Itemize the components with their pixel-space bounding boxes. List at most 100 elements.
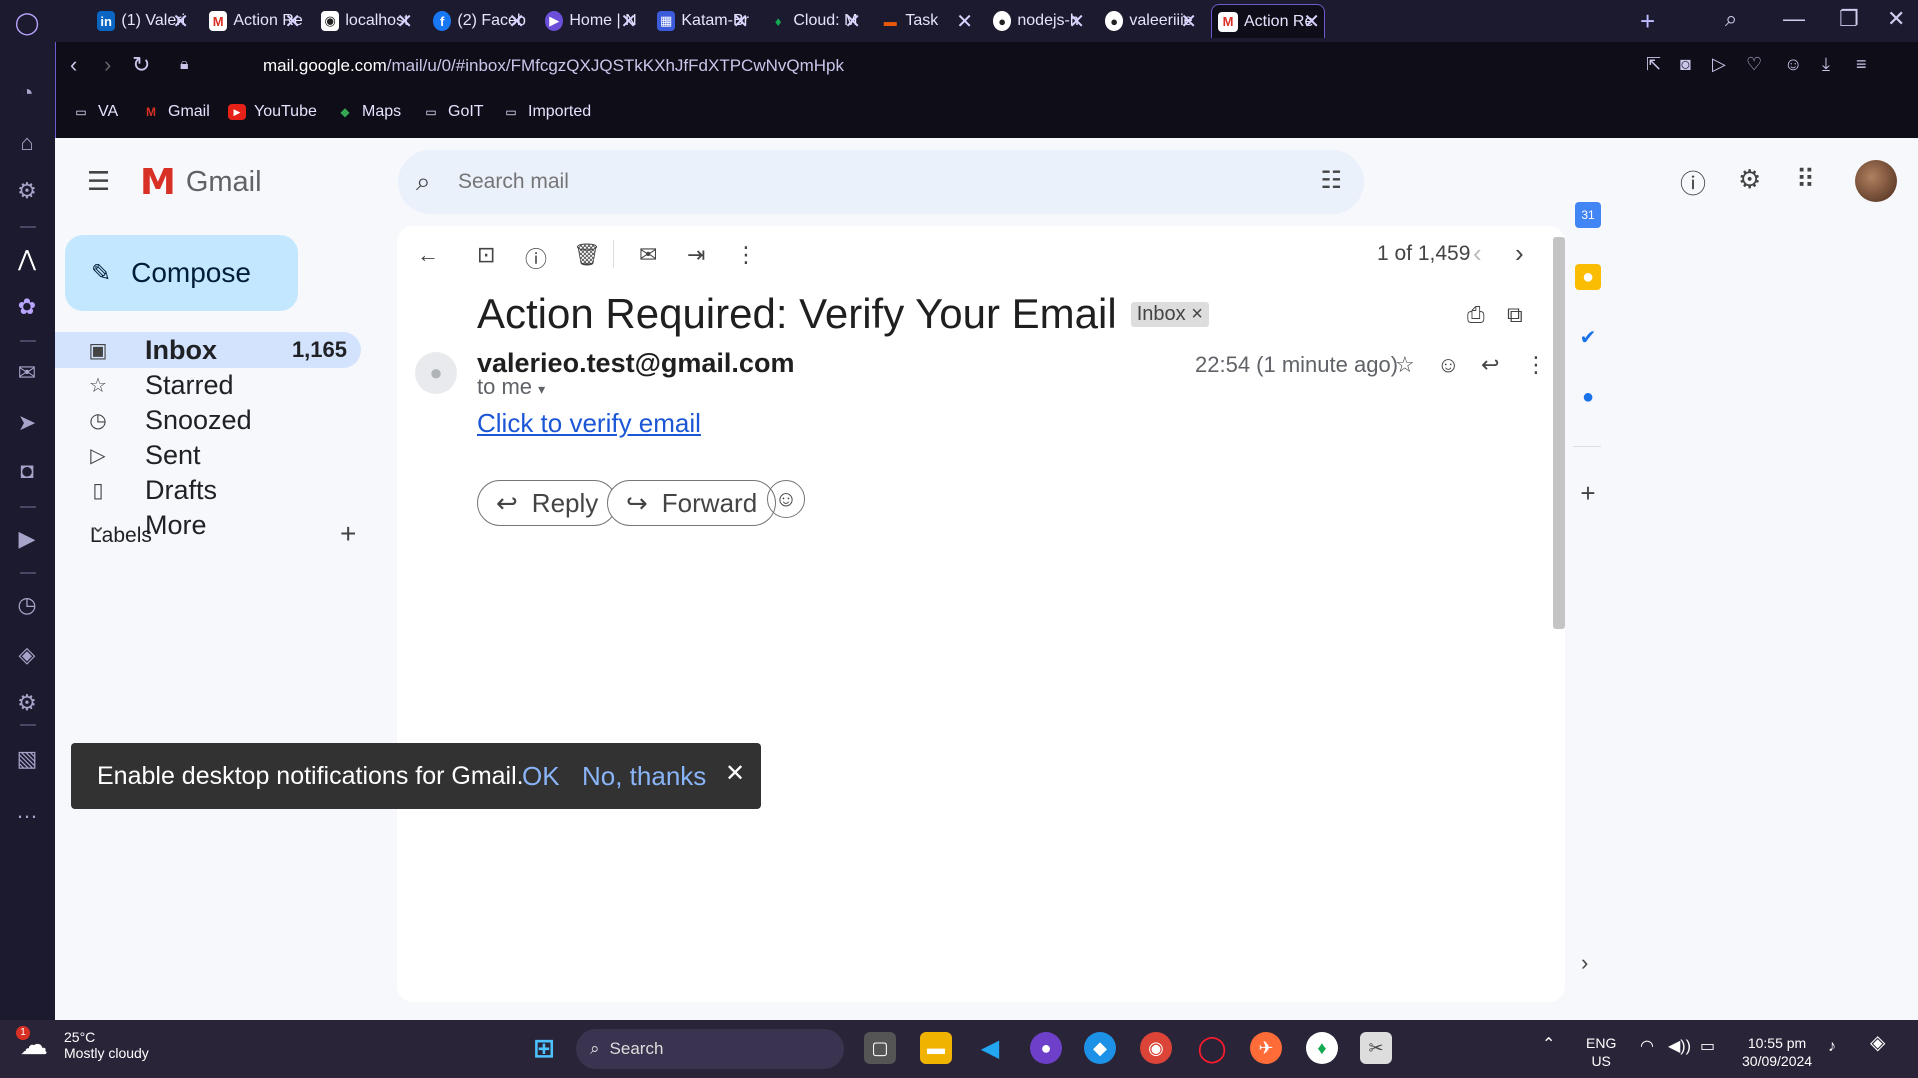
notification-bell-icon[interactable]: ♪ xyxy=(1828,1038,1836,1056)
snackbar-ok-button[interactable]: OK xyxy=(522,761,560,792)
battery-icon[interactable]: ▭ xyxy=(1700,1038,1715,1056)
clock[interactable]: 10:55 pm 30/09/2024 xyxy=(1742,1034,1812,1070)
tab[interactable]: f (2) Faceb ✕ xyxy=(427,4,529,38)
back-icon[interactable]: ‹ xyxy=(70,52,77,78)
lock-icon[interactable]: 🔒︎ xyxy=(180,56,189,74)
close-tab-icon[interactable]: ✕ xyxy=(1303,9,1320,34)
tab[interactable]: ▦ Katam-Br ✕ xyxy=(651,4,753,38)
print-icon[interactable]: ⎙ xyxy=(1467,302,1485,328)
speed-dial-icon[interactable]: ◔ xyxy=(12,78,42,108)
task-view-icon[interactable]: ▢ xyxy=(864,1032,896,1064)
move-to-icon[interactable]: ⇥ xyxy=(687,242,705,268)
search-icon[interactable]: ⌕ xyxy=(416,166,431,198)
sidebar-item-inbox[interactable]: ▣ Inbox 1,165 xyxy=(55,332,361,368)
sidebar-item-starred[interactable]: ☆ Starred xyxy=(55,367,361,403)
search-options-icon[interactable]: ☷ xyxy=(1320,166,1342,195)
delete-icon[interactable]: 🗑︎ xyxy=(573,242,601,268)
weather-widget[interactable]: ☁ 1 25°C Mostly cloudy xyxy=(16,1026,149,1062)
close-window-icon[interactable]: ✕ xyxy=(1887,6,1905,32)
main-menu-icon[interactable]: ☰ xyxy=(87,166,110,197)
close-tab-icon[interactable]: ✕ xyxy=(732,9,749,34)
history-icon[interactable]: ◷ xyxy=(12,590,42,620)
contacts-icon[interactable]: ● xyxy=(1575,384,1601,410)
telegram-icon[interactable]: ➤ xyxy=(12,408,42,438)
tasks-icon[interactable]: ✔ xyxy=(1575,324,1601,350)
instagram-icon[interactable]: ◘ xyxy=(12,456,42,486)
close-tab-icon[interactable]: ✕ xyxy=(620,9,637,34)
tab[interactable]: ♦ Cloud: M ✕ xyxy=(763,4,865,38)
compose-button[interactable]: ✎ Compose xyxy=(65,235,298,311)
keep-icon[interactable]: ● xyxy=(1575,264,1601,290)
close-icon[interactable]: ✕ xyxy=(725,759,745,788)
language-indicator[interactable]: ENG US xyxy=(1586,1034,1616,1070)
gear-icon[interactable]: ⚙ xyxy=(1738,164,1761,195)
opera-icon[interactable]: ◯ xyxy=(1196,1032,1228,1064)
postman-icon[interactable]: ✈ xyxy=(1250,1032,1282,1064)
reply-button[interactable]: ↩ Reply xyxy=(477,480,618,526)
tab[interactable]: ▶ Home | N ✕ xyxy=(539,4,641,38)
older-chevron-icon[interactable]: › xyxy=(1515,238,1524,269)
close-tab-icon[interactable]: ✕ xyxy=(284,9,301,34)
open-new-window-icon[interactable]: ⧉ xyxy=(1507,302,1523,328)
close-tab-icon[interactable]: ✕ xyxy=(508,9,525,34)
close-tab-icon[interactable]: ✕ xyxy=(1180,9,1197,34)
more-vert-icon[interactable]: ⋮ xyxy=(735,242,757,268)
vscode-icon[interactable]: ◀ xyxy=(974,1032,1006,1064)
forward-icon[interactable]: › xyxy=(104,52,111,78)
sidebar-item-snoozed[interactable]: ◷ Snoozed xyxy=(55,402,361,438)
mark-unread-icon[interactable]: ✉ xyxy=(639,242,657,268)
tab[interactable]: ● nodejs-h ✕ xyxy=(987,4,1089,38)
back-arrow-icon[interactable]: ← xyxy=(417,242,439,268)
more-dots-icon[interactable]: … xyxy=(12,796,42,826)
sender-avatar[interactable]: ● xyxy=(415,352,457,394)
emoji-react-button[interactable]: ☺ xyxy=(767,480,805,518)
verify-email-link[interactable]: Click to verify email xyxy=(477,408,701,439)
tab-active[interactable]: M Action Re ✕ xyxy=(1211,4,1325,38)
arc-icon[interactable]: ⋀ xyxy=(12,244,42,274)
remove-label-icon[interactable]: × xyxy=(1191,303,1203,325)
reload-icon[interactable]: ↻ xyxy=(132,52,150,78)
star-icon[interactable]: ☆ xyxy=(1395,352,1415,378)
caret-down-icon[interactable]: ▾ xyxy=(538,381,545,397)
bookmark-youtube[interactable]: ▶ YouTube xyxy=(228,103,317,121)
tab[interactable]: ◉ localhost ✕ xyxy=(315,4,417,38)
newer-chevron-icon[interactable]: ‹ xyxy=(1473,238,1482,269)
bookmark-va[interactable]: ▭ VA xyxy=(72,103,118,121)
recipient-details[interactable]: to me ▾ xyxy=(477,374,545,400)
reply-icon[interactable]: ↩ xyxy=(1481,352,1499,378)
docker-icon[interactable]: ◆ xyxy=(1084,1032,1116,1064)
sidebar-item-drafts[interactable]: ▯ Drafts xyxy=(55,472,361,508)
tab[interactable]: ● valeeriiie ✕ xyxy=(1099,4,1201,38)
snackbar-no-thanks-button[interactable]: No, thanks xyxy=(582,761,706,792)
help-icon[interactable]: ⓘ xyxy=(1680,164,1706,201)
avatar[interactable] xyxy=(1855,160,1897,202)
minimize-icon[interactable]: — xyxy=(1783,6,1805,32)
send-icon[interactable]: ▷ xyxy=(1712,54,1726,75)
box-icon[interactable]: ◈ xyxy=(12,640,42,670)
gmail-logo[interactable]: M Gmail xyxy=(140,162,262,203)
close-tab-icon[interactable]: ✕ xyxy=(1068,9,1085,34)
add-addon-icon[interactable]: + xyxy=(1575,478,1601,508)
chrome-icon[interactable]: ◉ xyxy=(1140,1032,1172,1064)
bag-icon[interactable]: ⌂ xyxy=(12,128,42,158)
emoji-react-icon[interactable]: ☺ xyxy=(1437,352,1459,378)
hide-panel-chevron-icon[interactable]: › xyxy=(1581,950,1588,976)
bookmark-goit[interactable]: ▭ GoIT xyxy=(422,103,483,121)
account-icon[interactable]: ☺ xyxy=(1784,54,1802,75)
aria-icon[interactable]: ⚙ xyxy=(12,176,42,206)
opera-logo-icon[interactable]: ◯ xyxy=(12,8,42,38)
calendar-icon[interactable]: 31 xyxy=(1575,202,1601,228)
url-field[interactable]: mail.google.com/mail/u/0/#inbox/FMfcgzQX… xyxy=(263,56,844,76)
archive-icon[interactable]: ⊡ xyxy=(477,242,495,268)
bookmark-maps[interactable]: ◆ Maps xyxy=(336,103,401,121)
forward-button[interactable]: ↪ Forward xyxy=(607,480,777,526)
close-tab-icon[interactable]: ✕ xyxy=(956,9,973,34)
settings-icon[interactable]: ⚙ xyxy=(12,688,42,718)
close-tab-icon[interactable]: ✕ xyxy=(844,9,861,34)
wifi-icon[interactable]: ◠ xyxy=(1640,1038,1654,1056)
new-tab-icon[interactable]: + xyxy=(1640,6,1655,37)
restore-icon[interactable]: ❐ xyxy=(1839,6,1859,32)
label-chip[interactable]: Inbox × xyxy=(1130,301,1209,327)
add-label-icon[interactable]: + xyxy=(340,518,356,550)
tab[interactable]: M Action Re ✕ xyxy=(203,4,305,38)
